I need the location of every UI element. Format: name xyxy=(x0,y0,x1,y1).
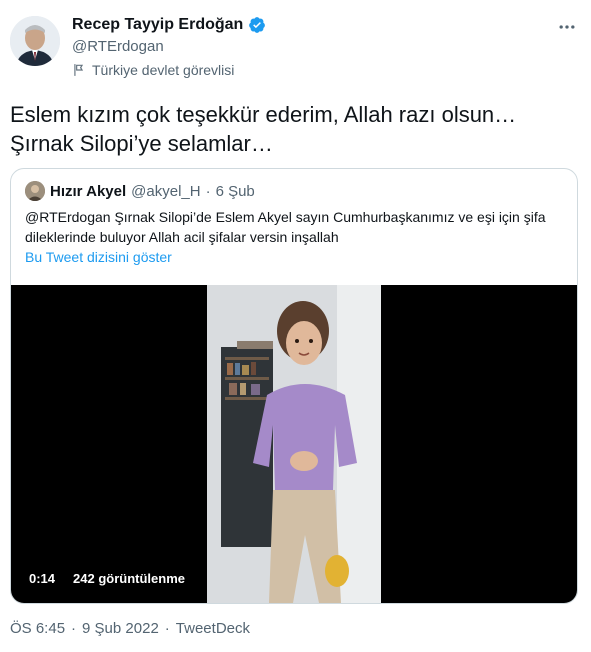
tweet-source[interactable]: TweetDeck xyxy=(176,620,250,637)
meta-separator: · xyxy=(71,620,77,637)
video-duration: 0:14 xyxy=(29,571,56,586)
more-options-icon xyxy=(559,25,575,29)
tweet-text: Eslem kızım çok teşekkür ederim, Allah r… xyxy=(10,102,517,156)
meta-separator: · xyxy=(164,620,170,637)
author-name-row[interactable]: Recep Tayyip Erdoğan xyxy=(72,16,266,34)
quoted-author-name[interactable]: Hızır Akyel xyxy=(50,183,126,200)
tweet-date[interactable]: 9 Şub 2022 xyxy=(82,620,159,637)
more-options-button[interactable] xyxy=(556,16,578,38)
affiliation-text: Türkiye devlet görevlisi xyxy=(92,62,235,78)
quoted-tweet-text: @RTErdogan Şırnak Silopi’de Eslem Akyel … xyxy=(25,209,546,245)
quoted-tweet[interactable]: Hızır Akyel @akyel_H · 6 Şub @RTErdogan … xyxy=(10,168,578,604)
verified-badge-icon xyxy=(249,17,266,33)
author-handle[interactable]: @RTErdogan xyxy=(72,38,164,55)
quoted-avatar-image xyxy=(25,181,45,201)
avatar-image xyxy=(10,16,60,66)
quoted-date[interactable]: 6 Şub xyxy=(216,183,255,200)
quoted-author-avatar[interactable] xyxy=(25,181,45,201)
flag-icon xyxy=(74,64,84,76)
tweet-card: Recep Tayyip Erdoğan @RTErdogan Türkiye … xyxy=(0,0,591,652)
tweet-time[interactable]: ÖS 6:45 xyxy=(10,620,65,637)
quoted-separator: · xyxy=(205,182,211,200)
quoted-author-handle[interactable]: @akyel_H xyxy=(131,183,200,200)
author-avatar[interactable] xyxy=(10,16,60,66)
affiliation-label: Türkiye devlet görevlisi xyxy=(72,62,234,78)
video-stats: 0:14 242 görüntülenme xyxy=(29,571,185,586)
author-name[interactable]: Recep Tayyip Erdoğan xyxy=(72,16,243,34)
video-frame xyxy=(207,285,381,603)
show-thread-link[interactable]: Bu Tweet dizisini göster xyxy=(25,249,172,265)
quoted-tweet-header: Hızır Akyel @akyel_H · 6 Şub xyxy=(25,181,255,201)
video-player[interactable]: 0:14 242 görüntülenme xyxy=(11,285,577,603)
video-thumbnail xyxy=(207,285,381,603)
video-views: 242 görüntülenme xyxy=(73,571,185,586)
tweet-metadata: ÖS 6:45 · 9 Şub 2022 · TweetDeck xyxy=(10,620,250,637)
